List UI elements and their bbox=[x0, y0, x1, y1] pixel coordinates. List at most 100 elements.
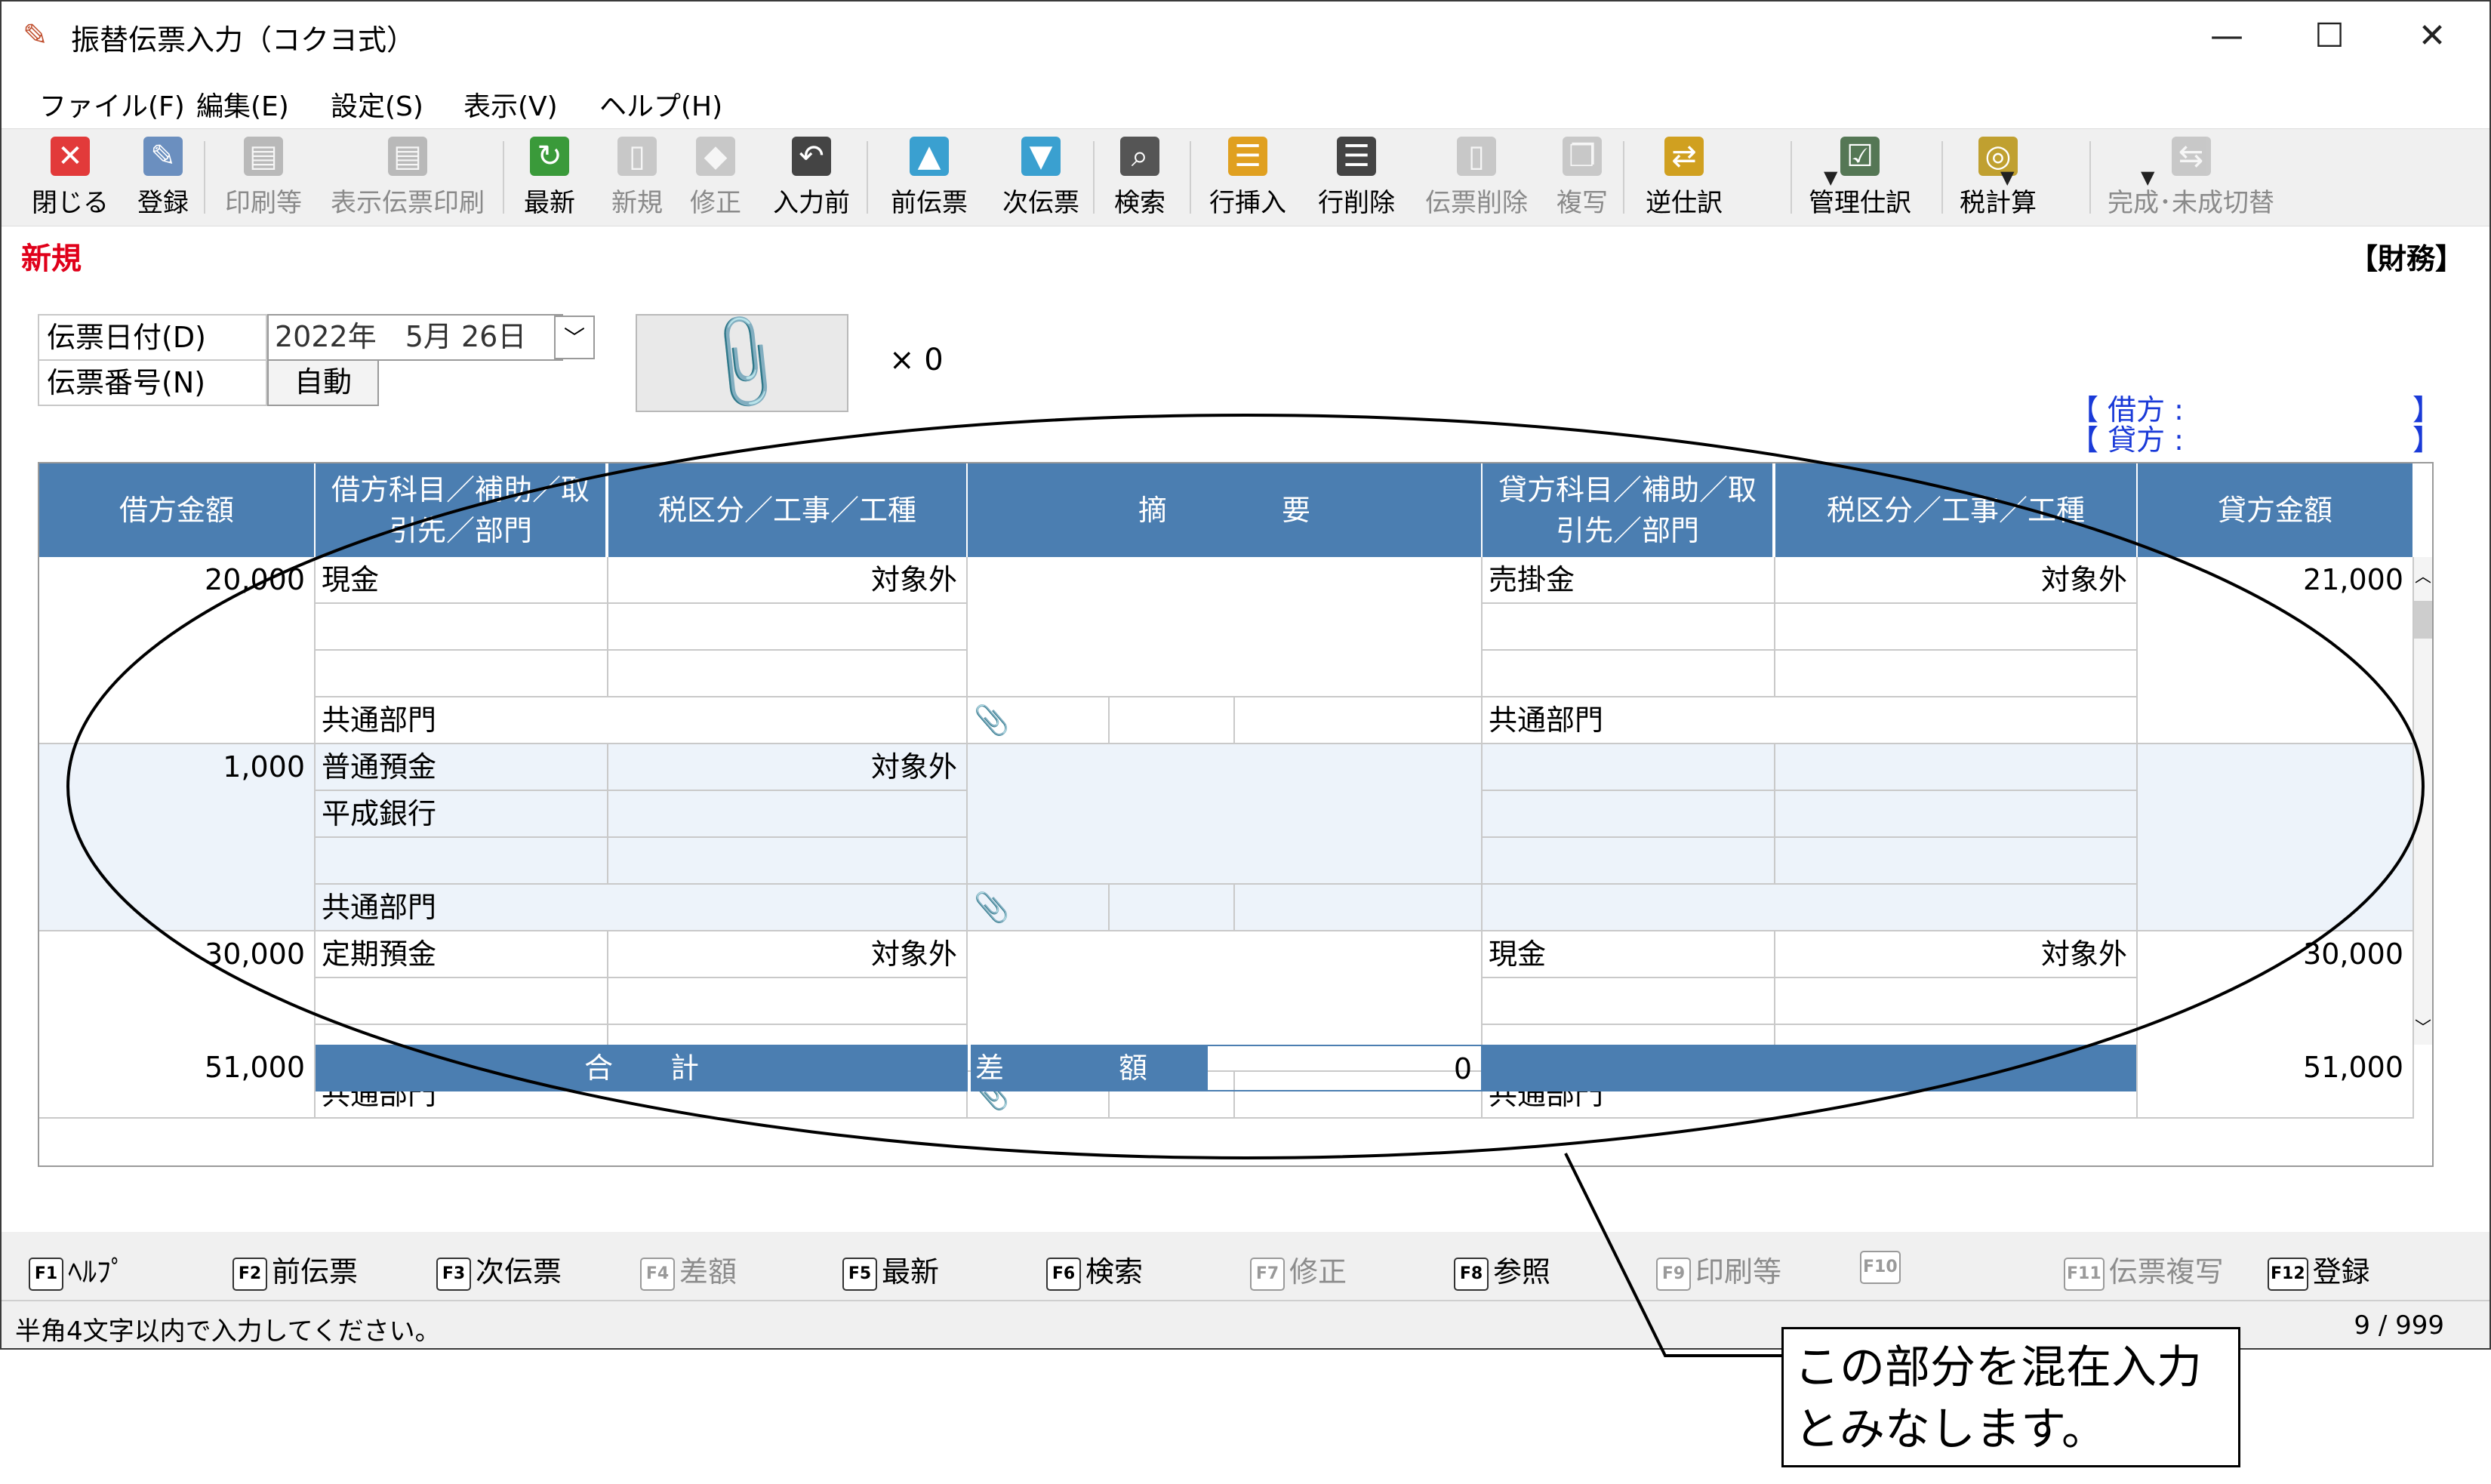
vertical-scrollbar[interactable]: ︿ ﹀ bbox=[2414, 557, 2432, 1045]
credit-balance-label: 【 貸方 : bbox=[2070, 423, 2184, 457]
memo-attachment-cell[interactable]: 📎 bbox=[968, 885, 1110, 931]
fkey-cap: F11 bbox=[2064, 1257, 2105, 1291]
close-window-button[interactable]: ✕ bbox=[2396, 12, 2468, 60]
fkey-f9: F9 印刷等 bbox=[1656, 1248, 1781, 1291]
debit-department-cell[interactable]: 共通部門 bbox=[316, 697, 968, 744]
memo-sub-cell[interactable] bbox=[1110, 885, 1235, 931]
credit-amount-cell[interactable]: 21,000 bbox=[2138, 557, 2414, 744]
credit-tax-line[interactable] bbox=[1775, 791, 2138, 838]
memo-sub-cell[interactable] bbox=[1235, 885, 1483, 931]
status-message: 半角4文字以内で入力してください。 bbox=[15, 1316, 441, 1347]
memo-sub-cell[interactable] bbox=[1110, 697, 1235, 744]
credit-tax-line[interactable]: 対象外 bbox=[1775, 557, 2138, 604]
toolbar-button-arrow-down-9[interactable]: ▼ 次伝票 bbox=[1002, 137, 1079, 220]
scroll-down-icon[interactable]: ﹀ bbox=[2414, 1014, 2432, 1039]
dropdown-arrow-icon[interactable]: ▼ bbox=[2000, 167, 2014, 188]
debit-tax-line[interactable]: 対象外 bbox=[608, 931, 968, 978]
paperclip-icon[interactable]: 📎 bbox=[974, 891, 1009, 924]
maximize-button[interactable]: ☐ bbox=[2293, 12, 2366, 60]
toolbar-label: 逆仕訳 bbox=[1646, 188, 1723, 218]
fkey-f1[interactable]: F1 ﾍﾙﾌﾟ bbox=[29, 1248, 125, 1291]
menu-edit[interactable]: 編集(E) bbox=[196, 85, 289, 124]
fkey-f12[interactable]: F12 登録 bbox=[2268, 1248, 2370, 1291]
debit-amount-cell[interactable]: 1,000 bbox=[39, 744, 316, 931]
number-field[interactable]: 自動 bbox=[267, 359, 379, 406]
credit-tax-line[interactable]: 対象外 bbox=[1775, 931, 2138, 978]
menu-settings[interactable]: 設定(S) bbox=[331, 85, 423, 124]
minimize-button[interactable]: — bbox=[2191, 12, 2263, 60]
header-debit-tax: 税区分／工事／工種 bbox=[608, 463, 968, 557]
toolbar-label: 完成･未成切替 bbox=[2108, 188, 2274, 218]
debit-amount-cell[interactable]: 20,000 bbox=[39, 557, 316, 744]
toolbar-button-close-0[interactable]: ✕ 閉じる bbox=[32, 137, 109, 220]
scroll-up-icon[interactable]: ︿ bbox=[2414, 563, 2432, 587]
debit-department-cell[interactable]: 共通部門 bbox=[316, 885, 968, 931]
toolbar-button-reverse-entry-15[interactable]: ⇄ 逆仕訳 bbox=[1646, 137, 1723, 220]
credit-account-line[interactable] bbox=[1483, 651, 1775, 697]
credit-account-line[interactable] bbox=[1483, 604, 1775, 651]
credit-tax-line[interactable] bbox=[1775, 978, 2138, 1025]
credit-account-line[interactable] bbox=[1483, 791, 1775, 838]
credit-tax-line[interactable] bbox=[1775, 744, 2138, 791]
date-input[interactable]: 2022年 5月 26日 bbox=[267, 314, 563, 361]
fkey-f8[interactable]: F8 参照 bbox=[1454, 1248, 1550, 1291]
fkey-cap: F9 bbox=[1656, 1257, 1691, 1291]
fkey-f3[interactable]: F3 次伝票 bbox=[436, 1248, 562, 1291]
debit-account-line[interactable] bbox=[316, 604, 608, 651]
credit-department-cell[interactable] bbox=[1483, 885, 2138, 931]
credit-account-line[interactable] bbox=[1483, 838, 1775, 885]
paperclip-icon[interactable]: 📎 bbox=[974, 704, 1009, 737]
memo-sub-cell[interactable] bbox=[1235, 697, 1483, 744]
credit-account-line[interactable]: 売掛金 bbox=[1483, 557, 1775, 604]
debit-account-line[interactable] bbox=[316, 838, 608, 885]
toolbar-button-refresh-4[interactable]: ↻ 最新 bbox=[524, 137, 575, 220]
fkey-label: 伝票複写 bbox=[2108, 1255, 2224, 1288]
credit-tax-line[interactable] bbox=[1775, 838, 2138, 885]
window-title: 振替伝票入力（コクヨ式） bbox=[71, 23, 416, 57]
scroll-thumb[interactable] bbox=[2414, 601, 2432, 639]
memo-cell[interactable] bbox=[968, 557, 1483, 697]
dropdown-arrow-icon[interactable]: ▼ bbox=[2141, 167, 2154, 188]
dropdown-arrow-icon[interactable]: ▼ bbox=[1824, 167, 1837, 188]
toolbar-button-arrow-up-8[interactable]: ▲ 前伝票 bbox=[891, 137, 968, 220]
fkey-label: 前伝票 bbox=[272, 1255, 359, 1288]
credit-amount-cell[interactable] bbox=[2138, 744, 2414, 931]
debit-account-line[interactable] bbox=[316, 651, 608, 697]
toolbar-separator bbox=[1190, 141, 1191, 214]
debit-account-line[interactable]: 普通預金 bbox=[316, 744, 608, 791]
date-dropdown-button[interactable]: ﹀ bbox=[554, 316, 595, 359]
toolbar-button-tax-calc-17[interactable]: ◎ 税計算 bbox=[1960, 137, 2037, 220]
credit-account-line[interactable]: 現金 bbox=[1483, 931, 1775, 978]
debit-tax-line[interactable] bbox=[608, 604, 968, 651]
credit-tax-line[interactable] bbox=[1775, 651, 2138, 697]
memo-cell[interactable] bbox=[968, 744, 1483, 885]
toolbar-button-register-1[interactable]: ✎ 登録 bbox=[137, 137, 189, 220]
debit-tax-line[interactable] bbox=[608, 651, 968, 697]
debit-tax-line[interactable] bbox=[608, 978, 968, 1025]
debit-tax-line[interactable] bbox=[608, 838, 968, 885]
menu-file[interactable]: ファイル(F) bbox=[39, 85, 185, 124]
debit-tax-line[interactable]: 対象外 bbox=[608, 744, 968, 791]
debit-tax-line[interactable]: 対象外 bbox=[608, 557, 968, 604]
menu-view[interactable]: 表示(V) bbox=[463, 85, 558, 124]
toolbar-button-row-delete-12[interactable]: ☰ 行削除 bbox=[1318, 137, 1395, 220]
credit-account-line[interactable] bbox=[1483, 744, 1775, 791]
memo-attachment-cell[interactable]: 📎 bbox=[968, 697, 1110, 744]
fkey-f6[interactable]: F6 検索 bbox=[1046, 1248, 1143, 1291]
debit-tax-line[interactable] bbox=[608, 791, 968, 838]
fkey-f5[interactable]: F5 最新 bbox=[842, 1248, 939, 1291]
attachment-box[interactable]: 📎 bbox=[636, 306, 848, 420]
debit-account-line[interactable]: 現金 bbox=[316, 557, 608, 604]
toolbar-button-row-insert-11[interactable]: ☰ 行挿入 bbox=[1209, 137, 1286, 220]
debit-account-line[interactable]: 平成銀行 bbox=[316, 791, 608, 838]
menu-help[interactable]: ヘルプ(H) bbox=[599, 85, 722, 124]
toolbar-button-undo-doc-7[interactable]: ↶ 入力前 bbox=[773, 137, 850, 220]
credit-tax-line[interactable] bbox=[1775, 604, 2138, 651]
slip-delete-icon: ▯ bbox=[1457, 137, 1496, 176]
debit-account-line[interactable] bbox=[316, 978, 608, 1025]
credit-department-cell[interactable]: 共通部門 bbox=[1483, 697, 2138, 744]
credit-account-line[interactable] bbox=[1483, 978, 1775, 1025]
toolbar-button-magnifier-10[interactable]: ⌕ 検索 bbox=[1114, 137, 1165, 220]
debit-account-line[interactable]: 定期預金 bbox=[316, 931, 608, 978]
fkey-f2[interactable]: F2 前伝票 bbox=[232, 1248, 358, 1291]
